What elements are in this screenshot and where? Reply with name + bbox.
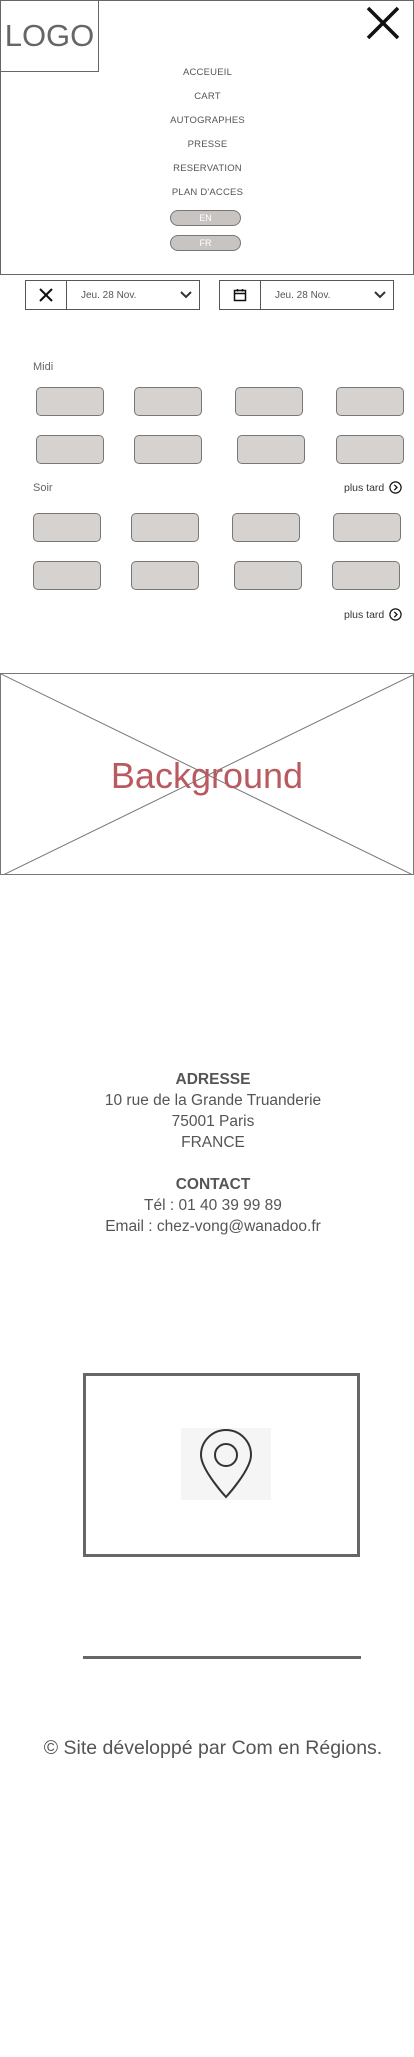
lunch-label: Midi — [33, 361, 54, 373]
evening-slot[interactable] — [333, 513, 401, 542]
evening-slot[interactable] — [232, 513, 300, 542]
date-value: Jeu. 28 Nov. — [275, 289, 331, 301]
footer-credit[interactable]: © Site développé par Com en Régions. — [0, 1737, 414, 1760]
lunch-slot[interactable] — [36, 435, 104, 464]
more-times-link[interactable]: plus tard — [344, 481, 402, 494]
chevron-right-circle-icon — [389, 481, 402, 494]
evening-slot[interactable] — [33, 561, 101, 590]
date-picker-1[interactable]: Jeu. 28 Nov. — [25, 280, 200, 310]
contact-phone[interactable]: Tél : 01 40 39 99 89 — [0, 1197, 414, 1215]
address-line: 10 rue de la Grande Truanderie — [104, 1092, 322, 1109]
background-label: Background — [110, 755, 304, 796]
more-times-label: plus tard — [344, 608, 385, 621]
evening-slot[interactable] — [131, 561, 199, 590]
lunch-slot[interactable] — [336, 435, 404, 464]
lunch-slot[interactable] — [336, 387, 404, 416]
nav-link-presse[interactable]: PRESSE — [120, 139, 295, 150]
logo[interactable]: LOGO — [0, 0, 99, 72]
chevron-down-icon — [173, 281, 199, 309]
map-pin-icon — [181, 1428, 271, 1500]
evening-slot[interactable] — [33, 513, 101, 542]
calendar-icon[interactable] — [220, 281, 261, 309]
chevron-down-icon — [367, 281, 393, 309]
x-icon[interactable] — [26, 281, 67, 309]
lunch-slot[interactable] — [235, 387, 303, 416]
lunch-slot[interactable] — [237, 435, 305, 464]
lunch-slot[interactable] — [134, 435, 202, 464]
map-placeholder[interactable] — [83, 1373, 360, 1557]
close-menu-button[interactable] — [363, 3, 403, 43]
more-times-label: plus tard — [344, 481, 385, 494]
address-line: FRANCE — [181, 1134, 245, 1151]
nav-link-plan-acces[interactable]: PLAN D'ACCES — [120, 187, 295, 198]
divider — [83, 1656, 361, 1659]
nav-link-accueil[interactable]: ACCEUEIL — [120, 67, 295, 78]
language-en-button[interactable]: EN — [170, 210, 241, 226]
evening-label: Soir — [33, 482, 53, 494]
nav-link-reservation[interactable]: RESERVATION — [120, 163, 295, 174]
lunch-slot[interactable] — [134, 387, 202, 416]
more-times-link[interactable]: plus tard — [344, 608, 402, 621]
evening-slot[interactable] — [131, 513, 199, 542]
date-picker-2[interactable]: Jeu. 28 Nov. — [219, 280, 394, 310]
contact-email[interactable]: Email : chez-vong@wanadoo.fr — [0, 1218, 414, 1236]
address-line: 75001 Paris — [171, 1113, 255, 1130]
language-fr-button[interactable]: FR — [170, 235, 241, 251]
evening-slot[interactable] — [332, 561, 400, 590]
chevron-right-circle-icon — [389, 608, 402, 621]
contact-title: CONTACT — [175, 1176, 251, 1193]
date-value: Jeu. 28 Nov. — [81, 289, 137, 301]
address-title: ADRESSE — [175, 1071, 251, 1088]
nav-link-autographes[interactable]: AUTOGRAPHES — [120, 115, 295, 126]
evening-slot[interactable] — [234, 561, 302, 590]
lunch-slot[interactable] — [36, 387, 104, 416]
nav-link-cart[interactable]: CART — [120, 91, 295, 102]
